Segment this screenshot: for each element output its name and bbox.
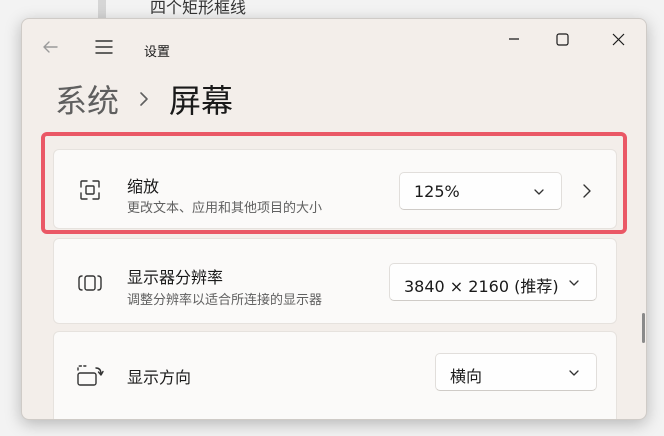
- highlight-annotation-box: [41, 132, 627, 234]
- dropdown-value: 3840 × 2160 (推荐): [404, 277, 559, 296]
- dropdown-value: 横向: [450, 367, 483, 386]
- setting-title: 显示方向: [127, 368, 192, 387]
- setting-card-orientation: 显示方向 横向: [53, 331, 617, 419]
- orientation-icon: [76, 362, 104, 390]
- background-scrollbar: [98, 0, 106, 20]
- title-bar: 设置: [22, 19, 646, 63]
- chevron-down-icon: [568, 277, 580, 289]
- chevron-down-icon: [568, 367, 580, 379]
- breadcrumb: 系统 屏幕: [55, 77, 233, 121]
- close-button[interactable]: [596, 23, 640, 55]
- minimize-icon: [508, 33, 520, 45]
- resolution-icon: [76, 269, 104, 297]
- navigation-menu-button[interactable]: [88, 31, 120, 63]
- settings-window: 设置 系统 屏幕 缩放 更改文本、应用和其他项目的大小 125% 显示器分辨率 …: [21, 18, 647, 420]
- setting-card-resolution: 显示器分辨率 调整分辨率以适合所连接的显示器 3840 × 2160 (推荐): [53, 238, 617, 324]
- arrow-left-icon: [41, 38, 59, 56]
- hamburger-menu-icon: [95, 39, 113, 55]
- resolution-dropdown[interactable]: 3840 × 2160 (推荐): [389, 263, 597, 301]
- background-partial-text: 四个矩形框线: [150, 0, 247, 17]
- setting-subtitle: 调整分辨率以适合所连接的显示器: [127, 293, 323, 308]
- app-title: 设置: [144, 45, 171, 60]
- chevron-right-icon: [133, 88, 155, 110]
- back-button[interactable]: [34, 31, 66, 63]
- breadcrumb-parent-system[interactable]: 系统: [55, 76, 119, 122]
- page-title: 屏幕: [169, 82, 234, 120]
- orientation-dropdown[interactable]: 横向: [435, 353, 597, 391]
- setting-title: 显示器分辨率: [127, 268, 224, 287]
- close-icon: [612, 33, 625, 46]
- scrollbar-thumb[interactable]: [642, 313, 645, 343]
- maximize-button[interactable]: [540, 23, 584, 55]
- minimize-button[interactable]: [492, 23, 536, 55]
- maximize-icon: [555, 32, 569, 46]
